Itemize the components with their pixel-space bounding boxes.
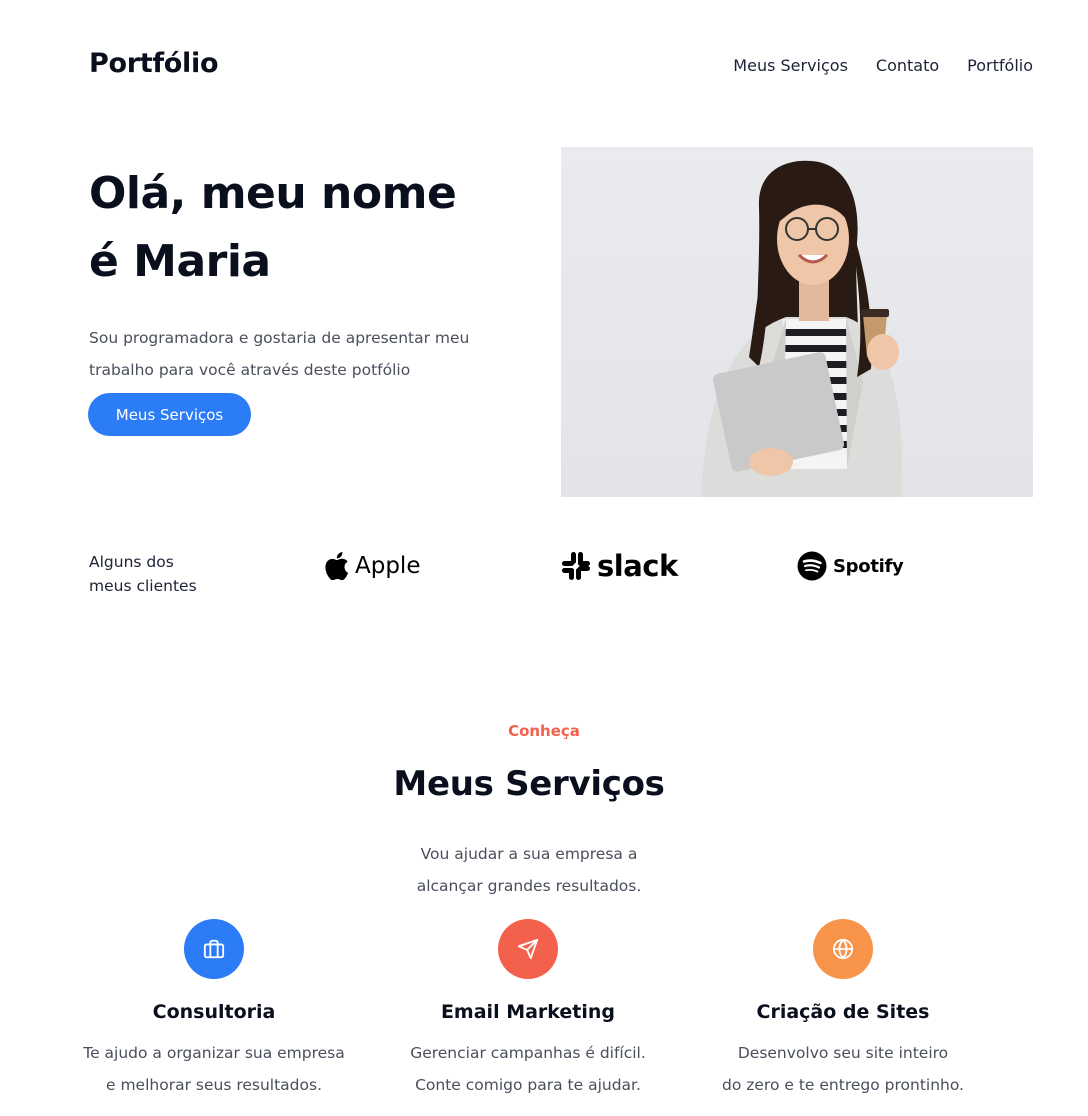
hero-title: Olá, meu nome é Maria bbox=[89, 160, 457, 296]
service-card-email-marketing: Email Marketing Gerenciar campanhas é di… bbox=[368, 919, 688, 1101]
nav-link-portfolio[interactable]: Portfólio bbox=[967, 56, 1033, 75]
globe-icon bbox=[813, 919, 873, 979]
hero-title-line2: é Maria bbox=[89, 236, 271, 287]
main-nav: Meus Serviços Contato Portfólio bbox=[733, 56, 1033, 75]
site-header: Portfólio Meus Serviços Contato Portfóli… bbox=[0, 0, 1088, 130]
service-desc-line2: do zero e te entrego prontinho. bbox=[722, 1076, 964, 1094]
service-card-consultoria: Consultoria Te ajudo a organizar sua emp… bbox=[54, 919, 374, 1101]
hero-title-line1: Olá, meu nome bbox=[89, 168, 457, 219]
service-description: Desenvolvo seu site inteiro do zero e te… bbox=[683, 1037, 1003, 1101]
nav-link-contato[interactable]: Contato bbox=[876, 56, 939, 75]
nav-link-servicos[interactable]: Meus Serviços bbox=[733, 56, 848, 75]
service-title: Criação de Sites bbox=[756, 1001, 930, 1023]
slack-icon bbox=[562, 552, 590, 580]
service-description: Gerenciar campanhas é difícil. Conte com… bbox=[368, 1037, 688, 1101]
hero-services-button[interactable]: Meus Serviços bbox=[88, 393, 251, 436]
clients-label-line1: Alguns dos bbox=[89, 553, 174, 571]
service-desc-line1: Te ajudo a organizar sua empresa bbox=[83, 1044, 345, 1062]
service-desc-line2: Conte comigo para te ajudar. bbox=[415, 1076, 641, 1094]
apple-icon bbox=[325, 552, 349, 581]
client-name-spotify: Spotify bbox=[833, 555, 904, 577]
service-desc-line1: Desenvolvo seu site inteiro bbox=[737, 1044, 949, 1062]
service-title: Consultoria bbox=[152, 1001, 276, 1023]
services-kicker: Conheça bbox=[508, 722, 580, 740]
clients-label-line2: meus clientes bbox=[89, 577, 197, 595]
send-icon bbox=[498, 919, 558, 979]
briefcase-icon bbox=[184, 919, 244, 979]
client-logo-slack: slack bbox=[561, 546, 678, 586]
service-desc-line1: Gerenciar campanhas é difícil. bbox=[410, 1044, 646, 1062]
client-name-slack: slack bbox=[597, 549, 678, 583]
client-name-apple: Apple bbox=[355, 553, 421, 579]
site-logo[interactable]: Portfólio bbox=[89, 48, 219, 79]
service-desc-line2: e melhorar seus resultados. bbox=[106, 1076, 322, 1094]
person-illustration bbox=[701, 160, 902, 497]
clients-label: Alguns dos meus clientes bbox=[89, 550, 229, 598]
services-desc-line2: alcançar grandes resultados. bbox=[416, 877, 642, 895]
services-description: Vou ajudar a sua empresa a alcançar gran… bbox=[0, 838, 1058, 902]
service-card-criacao-sites: Criação de Sites Desenvolvo seu site int… bbox=[683, 919, 1003, 1101]
hero-photo bbox=[561, 147, 1033, 497]
client-logo-spotify: Spotify bbox=[797, 546, 904, 586]
service-description: Te ajudo a organizar sua empresa e melho… bbox=[54, 1037, 374, 1101]
hero-description: Sou programadora e gostaria de apresenta… bbox=[89, 329, 470, 379]
service-title: Email Marketing bbox=[440, 1001, 616, 1023]
client-logo-apple: Apple bbox=[323, 546, 420, 586]
services-title: Meus Serviços bbox=[393, 764, 665, 804]
services-desc-line1: Vou ajudar a sua empresa a bbox=[420, 845, 638, 863]
spotify-icon bbox=[797, 551, 827, 581]
